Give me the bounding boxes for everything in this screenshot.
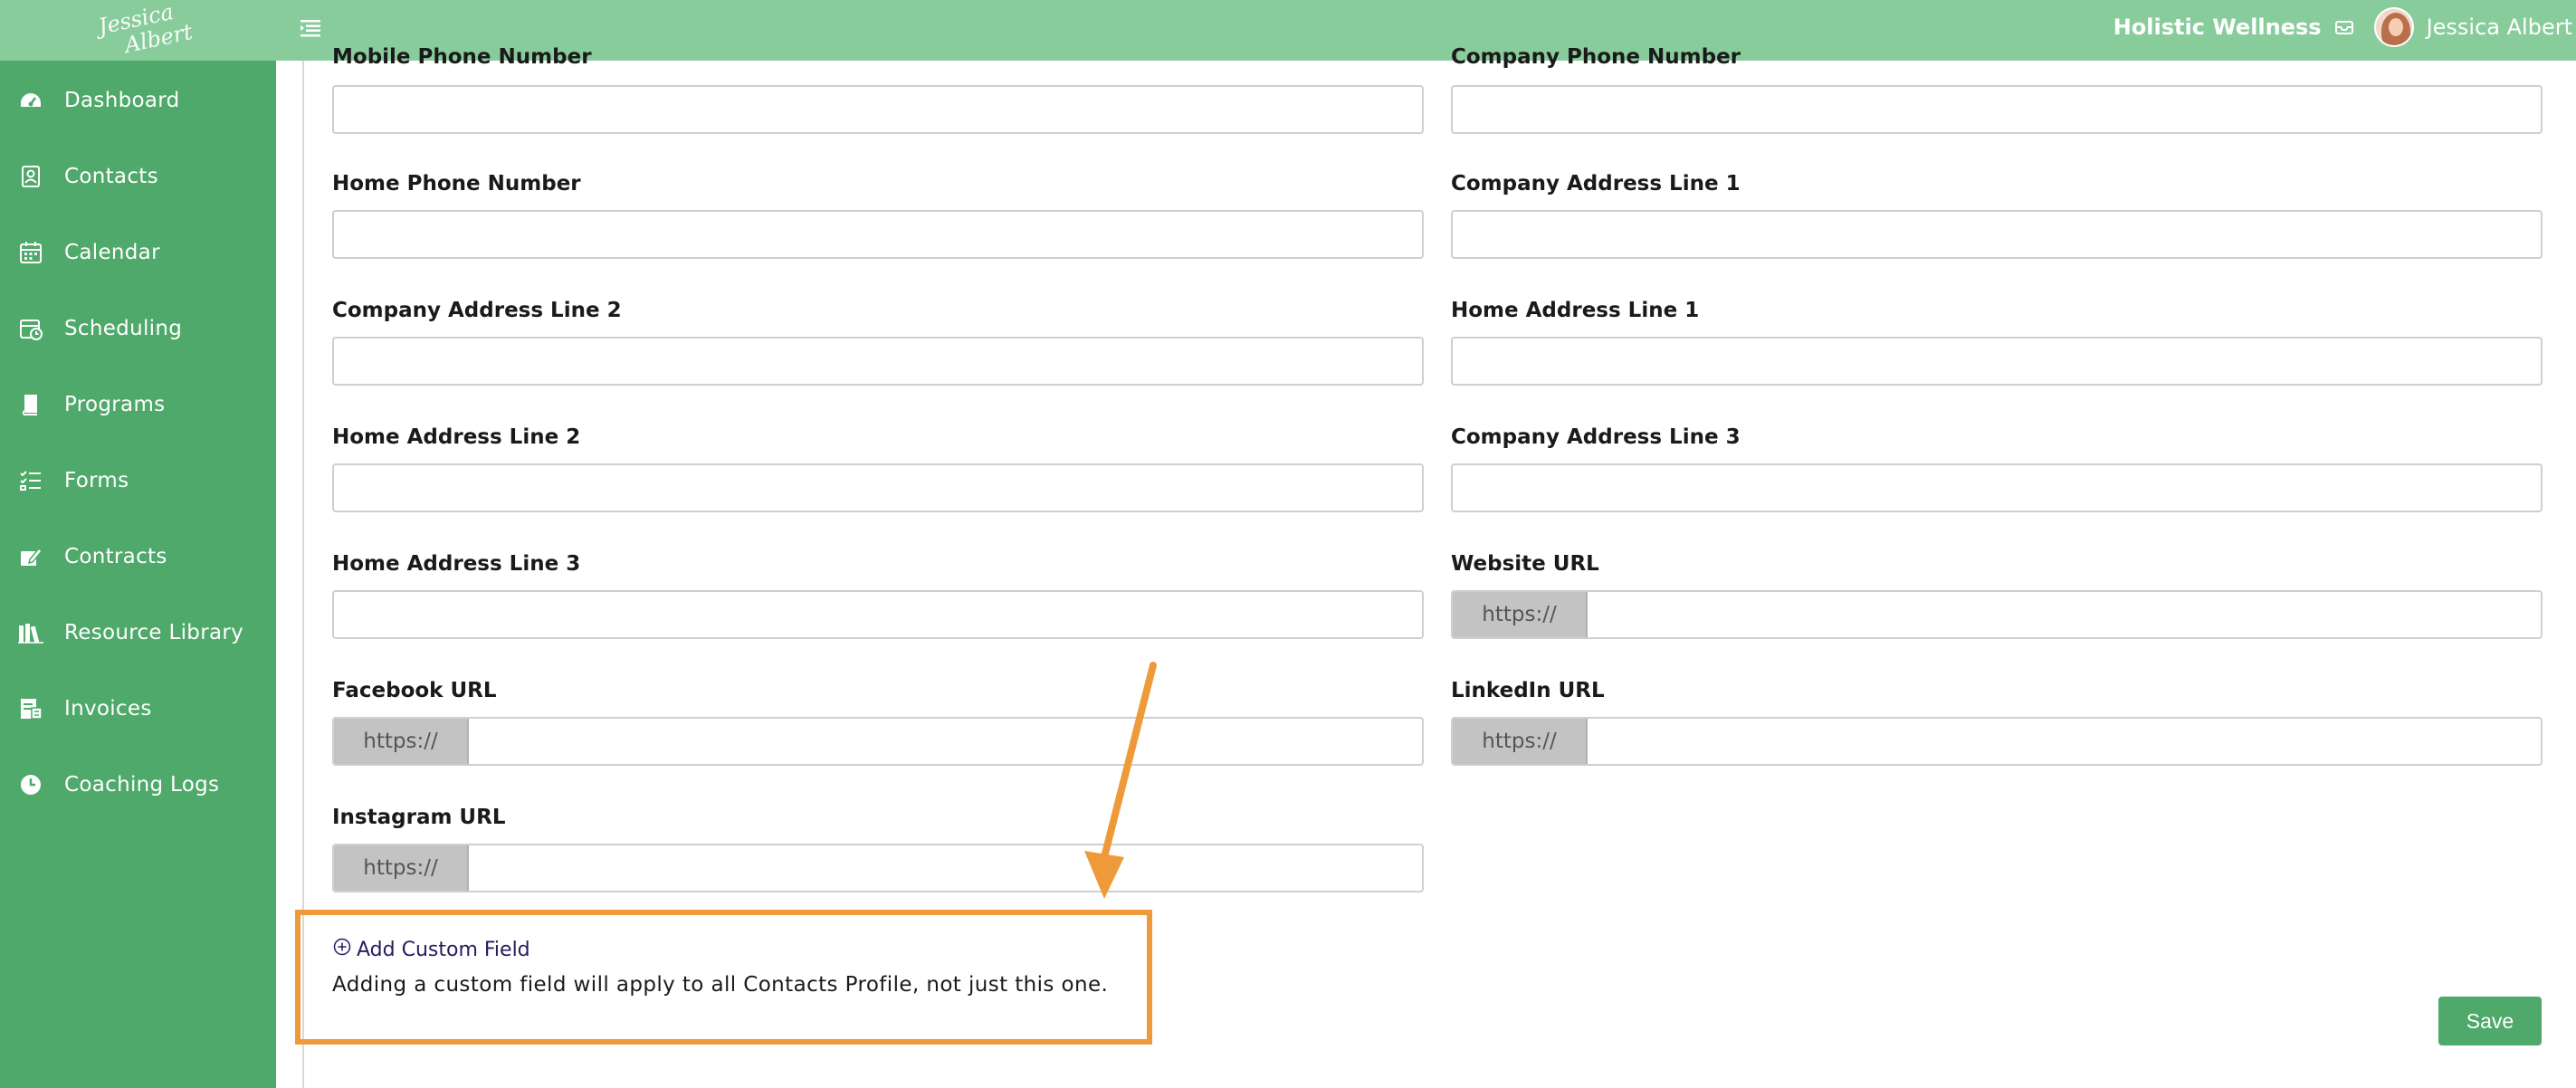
sidebar-item-label: Calendar: [64, 241, 160, 264]
sidebar-item-label: Invoices: [64, 697, 152, 721]
url-prefix-addon: https://: [1453, 592, 1588, 637]
avatar[interactable]: [2373, 7, 2414, 47]
field-label: Home Phone Number: [332, 172, 581, 196]
sidebar-item-forms[interactable]: Forms: [0, 453, 276, 508]
menu-toggle-icon[interactable]: [299, 16, 322, 40]
field-label: LinkedIn URL: [1451, 679, 1605, 702]
home-address-2-input[interactable]: [334, 465, 1422, 511]
sidebar-item-label: Coaching Logs: [64, 773, 220, 797]
calendar-icon: [18, 240, 43, 265]
field-label: Home Address Line 2: [332, 425, 581, 449]
linkedin-url-input[interactable]: [1588, 719, 2541, 764]
sidebar-item-label: Scheduling: [64, 317, 183, 340]
home-address-3-input[interactable]: [334, 592, 1422, 637]
home-address-1-input[interactable]: [1453, 339, 2541, 384]
url-prefix-addon: https://: [334, 845, 469, 891]
sidebar-item-label: Contacts: [64, 165, 158, 188]
programs-icon: [18, 392, 43, 417]
sidebar-item-dashboard[interactable]: Dashboard: [0, 73, 276, 128]
field-label: Website URL: [1451, 552, 1599, 576]
field-label: Company Address Line 2: [332, 299, 622, 322]
save-button[interactable]: Save: [2438, 997, 2542, 1045]
invoices-icon: [18, 696, 43, 721]
forms-icon: [18, 468, 43, 493]
annotation-arrow: [1084, 662, 1157, 899]
field-label: Company Address Line 1: [1451, 172, 1741, 196]
field-label: Mobile Phone Number: [332, 45, 592, 69]
custom-field-note: Adding a custom field will apply to all …: [332, 973, 1109, 997]
library-icon: [18, 620, 43, 645]
sidebar-item-label: Resource Library: [64, 621, 244, 644]
sidebar-item-coaching-logs[interactable]: Coaching Logs: [0, 758, 276, 812]
field-label: Home Address Line 1: [1451, 299, 1700, 322]
user-name[interactable]: Jessica Albert: [2427, 14, 2572, 40]
logo-text: Jessica Albert: [95, 0, 195, 58]
company-phone-input[interactable]: [1453, 87, 2541, 132]
sidebar-item-label: Forms: [64, 469, 129, 492]
company-address-1-input[interactable]: [1453, 212, 2541, 257]
mobile-phone-input[interactable]: [334, 87, 1422, 132]
sidebar-item-label: Contracts: [64, 545, 167, 568]
sidebar-item-contracts[interactable]: Contracts: [0, 530, 276, 584]
add-custom-field-label: Add Custom Field: [357, 938, 530, 961]
inbox-icon[interactable]: [2334, 18, 2354, 36]
sidebar-item-resource-library[interactable]: Resource Library: [0, 606, 276, 660]
plus-circle-icon: [333, 938, 351, 961]
sidebar-item-programs[interactable]: Programs: [0, 377, 276, 432]
field-label: Company Phone Number: [1451, 45, 1741, 69]
url-prefix-addon: https://: [334, 719, 469, 764]
company-address-2-input[interactable]: [334, 339, 1422, 384]
field-label: Home Address Line 3: [332, 552, 581, 576]
contracts-icon: [18, 544, 43, 569]
organization-name[interactable]: Holistic Wellness: [2113, 14, 2322, 40]
scheduling-icon: [18, 316, 43, 341]
logo[interactable]: Jessica Albert: [0, 0, 276, 61]
field-label: Company Address Line 3: [1451, 425, 1741, 449]
dashboard-icon: [18, 88, 43, 113]
add-custom-field-link[interactable]: Add Custom Field: [333, 938, 530, 961]
sidebar-item-contacts[interactable]: Contacts: [0, 149, 276, 204]
url-prefix-addon: https://: [1453, 719, 1588, 764]
clock-icon: [18, 772, 43, 797]
sidebar-item-label: Programs: [64, 393, 166, 416]
sidebar: Dashboard Contacts Calendar Scheduling P…: [0, 61, 276, 1088]
instagram-url-input[interactable]: [469, 845, 1422, 891]
contacts-icon: [18, 164, 43, 189]
home-phone-input[interactable]: [334, 212, 1422, 257]
sidebar-item-calendar[interactable]: Calendar: [0, 225, 276, 280]
facebook-url-input[interactable]: [469, 719, 1422, 764]
field-label: Facebook URL: [332, 679, 497, 702]
sidebar-item-invoices[interactable]: Invoices: [0, 682, 276, 736]
website-url-input[interactable]: [1588, 592, 2541, 637]
sidebar-item-label: Dashboard: [64, 89, 180, 112]
company-address-3-input[interactable]: [1453, 465, 2541, 511]
field-label: Instagram URL: [332, 806, 506, 829]
sidebar-item-scheduling[interactable]: Scheduling: [0, 301, 276, 356]
